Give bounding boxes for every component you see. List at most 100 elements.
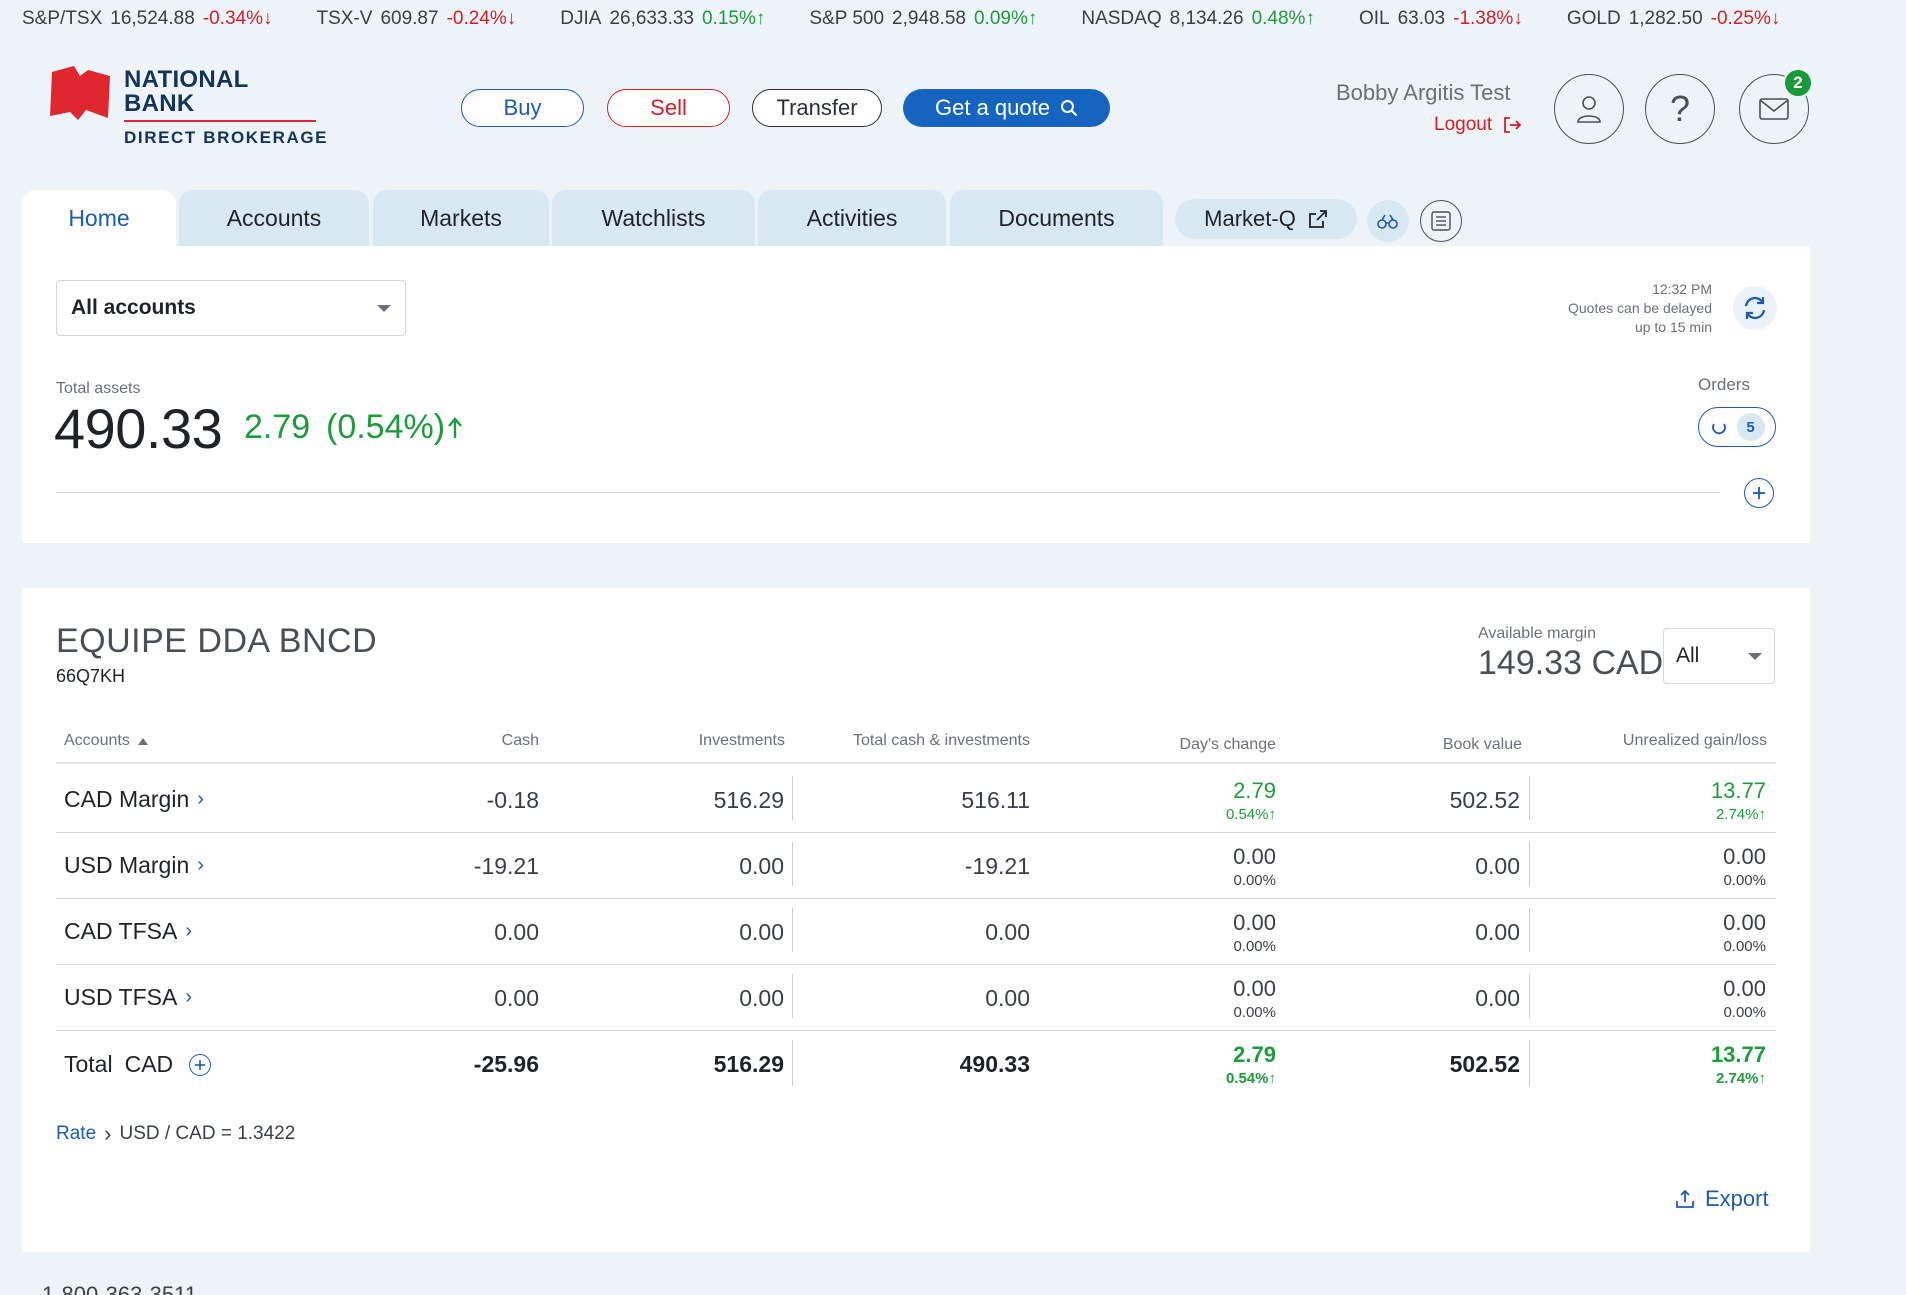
ticker-item-djia[interactable]: DJIA 26,633.33 0.15%↑	[560, 8, 765, 32]
total-total: 490.33	[959, 1051, 1030, 1077]
group-filter-select[interactable]: All	[1663, 628, 1775, 684]
total-currency: CAD	[124, 1051, 174, 1077]
brand-divider	[124, 120, 316, 122]
total-assets-value: 490.33	[54, 397, 223, 460]
col-separator	[792, 908, 793, 952]
chevron-right-icon: ›	[197, 854, 204, 876]
cell-total: 0.00	[985, 985, 1030, 1011]
group-filter-value: All	[1676, 644, 1700, 667]
logout-link[interactable]: Logout	[1434, 114, 1522, 136]
account-select-value: All accounts	[71, 296, 196, 319]
total-assets-change-pct: (0.54%)	[326, 408, 463, 447]
total-assets-pct-text: (0.54%)	[326, 408, 446, 446]
account-select[interactable]: All accounts	[56, 280, 406, 336]
chevron-right-icon: ›	[197, 788, 204, 810]
exchange-rate: Rate › USD / CAD = 1.3422	[56, 1121, 295, 1147]
tab-activities[interactable]: Activities	[758, 190, 946, 246]
brand-line1: NATIONAL	[124, 66, 249, 93]
days-change-value: 0.00	[1233, 844, 1276, 869]
cell-days-change: 0.00 0.00%	[1100, 844, 1276, 889]
ticker-name: S&P 500	[809, 8, 885, 29]
arrow-up-icon: ↑	[1268, 1070, 1277, 1087]
tab-watchlists[interactable]: Watchlists	[552, 190, 755, 246]
row-divider	[56, 1030, 1776, 1031]
ticker-change: 0.09%	[973, 8, 1028, 29]
arrow-up-icon: ↑	[1268, 806, 1277, 823]
rate-value: USD / CAD = 1.3422	[119, 1123, 296, 1144]
cell-cash: -0.18	[486, 787, 539, 813]
tab-home[interactable]: Home	[22, 190, 176, 246]
ticker-name: S&P/TSX	[22, 8, 103, 29]
account-link-cad-tfsa[interactable]: CAD TFSA ›	[64, 918, 192, 945]
col-separator	[792, 776, 793, 820]
ticker-item-sptsx[interactable]: S&P/TSX 16,524.88 -0.34%↓	[22, 8, 272, 32]
account-name: USD Margin	[64, 852, 190, 878]
tools-button[interactable]	[1367, 200, 1409, 242]
rate-link[interactable]: Rate	[56, 1123, 96, 1145]
footer-phone[interactable]: 1-800-363-3511	[42, 1282, 197, 1295]
brand-logo[interactable]: NATIONAL BANK DIRECT BROKERAGE	[50, 64, 330, 154]
currency-toggle-button[interactable]	[189, 1053, 212, 1076]
arrow-up-icon: ↑	[1758, 1070, 1767, 1087]
cell-investments: 0.00	[739, 853, 784, 879]
cell-cash: -19.21	[473, 853, 539, 879]
ticker-item-sp500[interactable]: S&P 500 2,948.58 0.09%↑	[809, 8, 1037, 32]
ticker-value: 8,134.26	[1169, 8, 1244, 29]
total-days-change-pct: 0.54%	[1225, 1070, 1269, 1087]
chevron-right-icon: ›	[185, 986, 192, 1008]
tab-accounts[interactable]: Accounts	[179, 190, 369, 246]
tab-markets[interactable]: Markets	[373, 190, 549, 246]
buy-button[interactable]: Buy	[461, 89, 584, 127]
ticker-value: 26,633.33	[609, 8, 694, 29]
col-separator	[1529, 1040, 1530, 1086]
cell-days-change: 0.00 0.00%	[1100, 976, 1276, 1021]
account-link-usd-tfsa[interactable]: USD TFSA ›	[64, 984, 192, 1011]
transfer-button[interactable]: Transfer	[752, 89, 882, 127]
col-header-unrealized[interactable]: Unrealized gain/loss	[1540, 732, 1767, 750]
account-link-usd-margin[interactable]: USD Margin ›	[64, 852, 204, 879]
expand-button[interactable]	[1744, 478, 1774, 508]
chevron-right-icon: ›	[104, 1121, 112, 1146]
orders-button[interactable]: 5	[1698, 407, 1776, 447]
ticker-item-oil[interactable]: OIL 63.03 -1.38%↓	[1359, 8, 1523, 32]
news-button[interactable]	[1420, 200, 1462, 242]
total-investments: 516.29	[713, 1051, 784, 1077]
orders-label: Orders	[1698, 375, 1750, 394]
total-unrealized-pct: 2.74%	[1715, 1070, 1759, 1087]
divider	[56, 492, 1720, 493]
profile-button[interactable]	[1554, 74, 1624, 144]
col-header-total[interactable]: Total cash & investments	[800, 732, 1030, 750]
ticker-item-tsxv[interactable]: TSX-V 609.87 -0.24%↓	[316, 8, 516, 32]
col-header-book-value[interactable]: Book value	[1320, 736, 1522, 754]
total-assets-change: 2.79	[244, 408, 311, 446]
sell-button[interactable]: Sell	[607, 89, 730, 127]
group-title: EQUIPE DDA BNCD	[56, 622, 378, 660]
days-change-value: 0.00	[1233, 910, 1276, 935]
account-link-cad-margin[interactable]: CAD Margin ›	[64, 786, 204, 813]
get-quote-button[interactable]: Get a quote	[903, 89, 1110, 127]
unrealized-pct: 2.74%	[1715, 806, 1759, 823]
export-button[interactable]: Export	[1675, 1186, 1769, 1212]
ticker-name: OIL	[1358, 8, 1390, 29]
col-header-cash[interactable]: Cash	[380, 732, 539, 750]
col-header-accounts[interactable]: Accounts	[64, 732, 148, 750]
col-header-investments[interactable]: Investments	[580, 732, 785, 750]
refresh-button[interactable]	[1733, 286, 1777, 330]
arrow-up-icon: ↑	[755, 8, 766, 29]
ticker-item-nasdaq[interactable]: NASDAQ 8,134.26 0.48%↑	[1081, 8, 1315, 32]
table-header-divider	[56, 762, 1776, 764]
help-button[interactable]: ?	[1645, 74, 1715, 144]
group-id: 66Q7KH	[56, 666, 126, 686]
tab-market-q[interactable]: Market-Q	[1175, 199, 1357, 239]
total-row-label: Total CAD	[64, 1051, 212, 1078]
cell-investments: 516.29	[713, 787, 784, 813]
plus-icon	[195, 1059, 206, 1070]
tab-documents[interactable]: Documents	[950, 190, 1163, 246]
ticker-item-gold[interactable]: GOLD 1,282.50 -0.25%↓	[1567, 8, 1781, 32]
unrealized-pct: 0.00%	[1723, 1004, 1766, 1021]
refresh-icon	[1744, 296, 1766, 320]
col-header-days-change[interactable]: Day's change	[1080, 736, 1276, 754]
cell-days-change: 2.79 0.54%↑	[1100, 778, 1276, 823]
col-separator	[792, 1040, 793, 1086]
ticker-change: -0.34%	[202, 8, 263, 29]
